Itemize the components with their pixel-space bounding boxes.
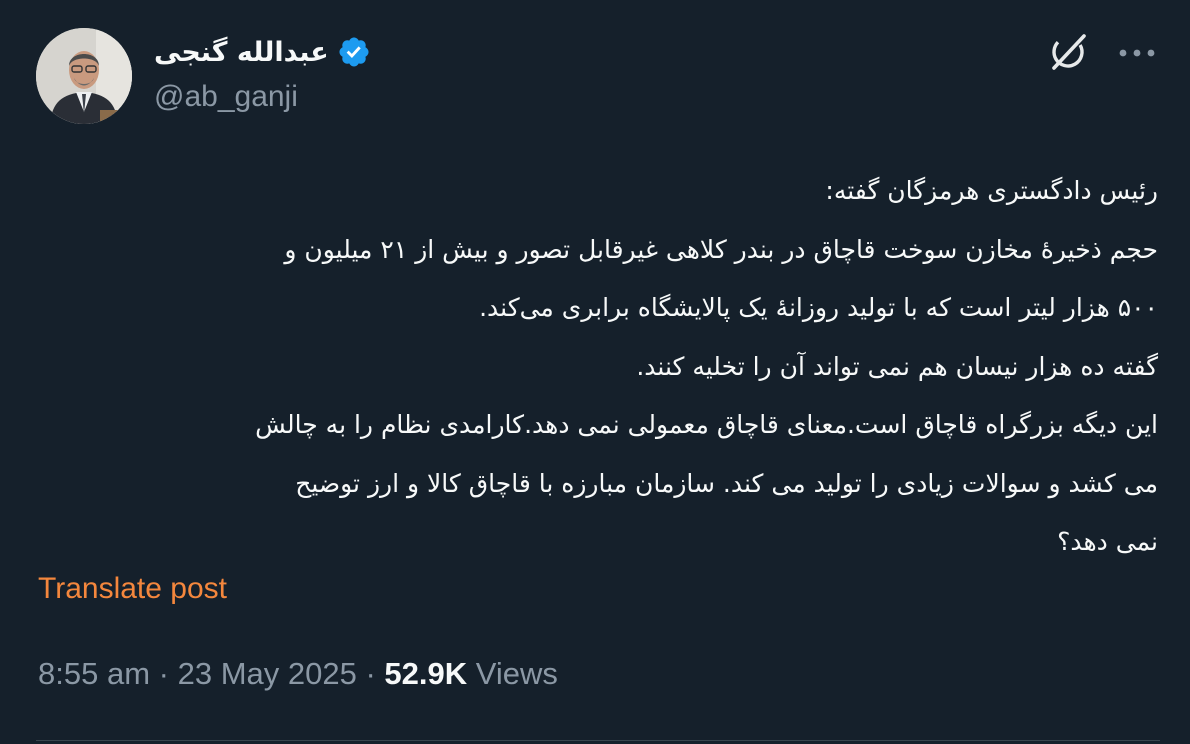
- name-row: عبدالله گنجی: [154, 32, 371, 72]
- views-label: Views: [475, 656, 558, 691]
- meta-separator: ·: [158, 656, 169, 691]
- tweet-line: می کشد و سوالات زیادی را تولید می کند. س…: [295, 468, 1158, 498]
- post-time[interactable]: 8:55 am: [38, 656, 150, 691]
- handle[interactable]: @ab_ganji: [154, 80, 371, 114]
- tweet-line: حجم ذخیرهٔ مخازن سوخت قاچاق در بندر کلاه…: [284, 234, 1158, 264]
- avatar[interactable]: [36, 28, 132, 124]
- tweet-line: ۵۰۰ هزار لیتر است که با تولید روزانهٔ یک…: [479, 293, 1158, 322]
- views-count[interactable]: 52.9K: [384, 656, 467, 691]
- more-options-icon[interactable]: [1114, 36, 1160, 70]
- grok-icon[interactable]: [1046, 30, 1090, 74]
- tweet-text: رئیس دادگستری هرمزگان گفته: حجم ذخیرهٔ م…: [34, 162, 1158, 572]
- tweet-line: رئیس دادگستری هرمزگان گفته:: [825, 176, 1158, 205]
- tweet-line: گفته ده هزار نیسان هم نمی تواند آن را تخ…: [636, 351, 1158, 381]
- translate-post-link[interactable]: Translate post: [38, 572, 227, 606]
- tweet-meta: 8:55 am · 23 May 2025 · 52.9K Views: [38, 656, 558, 692]
- author-info: عبدالله گنجی @ab_ganji: [154, 32, 371, 114]
- divider: [36, 740, 1160, 741]
- tweet-line: نمی دهد؟: [1057, 527, 1158, 556]
- post-date[interactable]: 23 May 2025: [178, 656, 357, 691]
- display-name[interactable]: عبدالله گنجی: [154, 37, 329, 68]
- profile-photo: [36, 28, 132, 124]
- tweet-header: عبدالله گنجی @ab_ganji: [36, 26, 1160, 126]
- verified-badge-icon[interactable]: [337, 35, 371, 69]
- meta-separator: ·: [365, 656, 376, 691]
- tweet-line: این دیگه بزرگراه قاچاق است.معنای قاچاق م…: [255, 410, 1158, 439]
